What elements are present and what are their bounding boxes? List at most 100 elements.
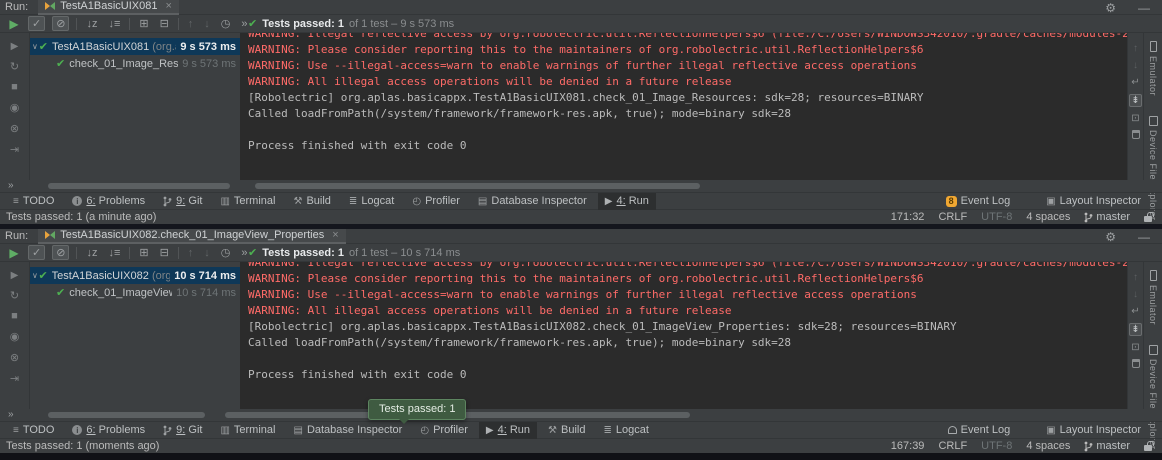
tool-button-database-inspector[interactable]: ▤Database Inspector — [471, 193, 594, 210]
chevron-down-icon[interactable]: ∨ — [32, 42, 39, 51]
layout-inspector-button[interactable]: ▣Layout Inspector — [1039, 193, 1148, 210]
collapse-all-button[interactable]: ⊟ — [158, 17, 171, 30]
tool-button-profiler[interactable]: ◴Profiler — [413, 422, 475, 439]
more-icon[interactable]: » — [8, 180, 14, 191]
caret-position[interactable]: 167:39 — [891, 440, 925, 452]
git-branch-widget[interactable]: master — [1084, 438, 1130, 455]
print-icon[interactable]: ⊡ — [1131, 113, 1139, 124]
tool-button-problems[interactable]: i6: Problems — [65, 193, 152, 210]
tool-button-profiler[interactable]: ◴Profiler — [405, 193, 467, 210]
scroll-to-end-icon[interactable]: ⇟ — [1129, 323, 1141, 336]
attach-debugger-icon[interactable]: ⊗ — [10, 351, 19, 364]
clear-console-icon[interactable] — [1132, 130, 1140, 139]
soft-wrap-icon[interactable]: ↵ — [1131, 77, 1139, 88]
minimize-icon[interactable]: — — [1138, 230, 1150, 244]
tool-button-logcat[interactable]: ≣Logcat — [596, 422, 655, 439]
layout-inspector-button[interactable]: ▣Layout Inspector — [1039, 422, 1148, 439]
emulator-tool-button[interactable]: Emulator — [1148, 41, 1158, 96]
stop-icon[interactable]: ■ — [11, 81, 18, 93]
tool-button-terminal[interactable]: ▥Terminal — [213, 193, 282, 210]
test-summary: ✔ Tests passed: 1 of 1 test – 10 s 714 m… — [248, 246, 460, 259]
toggle-auto-test-icon[interactable]: ↻ — [10, 60, 19, 73]
gear-icon[interactable]: ⚙ — [1105, 230, 1116, 244]
scroll-up-icon[interactable]: ↑ — [1133, 272, 1138, 283]
test-history-button[interactable]: ◷ — [219, 17, 233, 30]
test-tree-root-row[interactable]: ∨ ✔ TestA1BasicUIX081 (org.aplas.basica … — [30, 38, 240, 55]
run-tab-title: TestA1BasicUIX082.check_01_ImageView_Pro… — [60, 229, 324, 241]
lock-icon[interactable] — [1144, 216, 1152, 222]
event-log-button[interactable]: Event Log — [941, 422, 1018, 439]
tool-button-logcat[interactable]: ≣Logcat — [342, 193, 401, 210]
rerun-failed-tests-icon[interactable]: ▶ — [11, 41, 19, 52]
event-log-button[interactable]: 8Event Log — [939, 193, 1018, 210]
attach-debugger-icon[interactable]: ⊗ — [10, 122, 19, 135]
tool-button-database-inspector[interactable]: ▤Database Inspector — [286, 422, 409, 439]
tool-button-run[interactable]: ▶4: Run — [479, 422, 537, 439]
screenshot-icon[interactable]: ◉ — [10, 101, 20, 114]
rerun-tests-button[interactable]: ▶ — [0, 17, 28, 31]
rerun-failed-tests-icon[interactable]: ▶ — [11, 270, 19, 281]
scroll-down-icon[interactable]: ↓ — [1133, 289, 1138, 300]
tool-button-build[interactable]: ⚒Build — [286, 193, 337, 210]
tool-button-terminal[interactable]: ▥Terminal — [213, 422, 282, 439]
show-passed-toggle[interactable]: ✓ — [28, 245, 45, 260]
close-icon[interactable]: × — [332, 229, 338, 241]
screenshot-icon[interactable]: ◉ — [10, 330, 20, 343]
tree-scrollbar-thumb[interactable] — [48, 412, 205, 418]
previous-occurrence-button[interactable]: ↑ — [186, 247, 196, 259]
scroll-down-icon[interactable]: ↓ — [1133, 60, 1138, 71]
next-occurrence-button[interactable]: ↓ — [202, 247, 212, 259]
file-encoding[interactable]: UTF-8 — [981, 440, 1012, 452]
collapse-all-button[interactable]: ⊟ — [158, 246, 171, 259]
emulator-tool-button[interactable]: Emulator — [1148, 270, 1158, 325]
sort-alphabetically-button[interactable]: ↓z — [84, 247, 99, 259]
caret-position[interactable]: 171:32 — [891, 211, 925, 223]
sort-alphabetically-button[interactable]: ↓z — [84, 18, 99, 30]
tool-button-problems[interactable]: i6: Problems — [65, 422, 152, 439]
test-history-button[interactable]: ◷ — [219, 246, 233, 259]
expand-all-button[interactable]: ⊞ — [137, 246, 150, 259]
test-tree-child-row[interactable]: ✔ check_01_ImageView_Properties 10 s 714… — [30, 284, 240, 301]
show-ignored-toggle[interactable]: ⊘ — [52, 245, 69, 260]
scroll-up-icon[interactable]: ↑ — [1133, 43, 1138, 54]
rerun-tests-button[interactable]: ▶ — [0, 246, 28, 260]
console-scrollbar-thumb[interactable] — [255, 183, 700, 189]
tool-button-todo[interactable]: ≡TODO — [6, 422, 61, 439]
stop-icon[interactable]: ■ — [11, 310, 18, 322]
lock-icon[interactable] — [1144, 445, 1152, 451]
sort-by-duration-button[interactable]: ↓≡ — [106, 247, 122, 259]
minimize-icon[interactable]: — — [1138, 1, 1150, 15]
tool-button-run[interactable]: ▶4: Run — [598, 193, 656, 210]
clear-console-icon[interactable] — [1132, 359, 1140, 368]
line-separator[interactable]: CRLF — [938, 211, 967, 223]
expand-all-button[interactable]: ⊞ — [137, 17, 150, 30]
next-occurrence-button[interactable]: ↓ — [202, 18, 212, 30]
gear-icon[interactable]: ⚙ — [1105, 1, 1116, 15]
run-tab[interactable]: TestA1BasicUIX081 × — [38, 0, 179, 15]
more-icon[interactable]: » — [8, 409, 14, 420]
indent-setting[interactable]: 4 spaces — [1026, 211, 1070, 223]
indent-setting[interactable]: 4 spaces — [1026, 440, 1070, 452]
run-tab[interactable]: TestA1BasicUIX082.check_01_ImageView_Pro… — [38, 229, 345, 244]
file-encoding[interactable]: UTF-8 — [981, 211, 1012, 223]
scroll-to-end-icon[interactable]: ⇟ — [1129, 94, 1141, 107]
git-branch-widget[interactable]: master — [1084, 209, 1130, 226]
show-ignored-toggle[interactable]: ⊘ — [52, 16, 69, 31]
tree-scrollbar-thumb[interactable] — [48, 183, 230, 189]
print-icon[interactable]: ⊡ — [1131, 342, 1139, 353]
tool-button-git[interactable]: 9: Git — [156, 422, 209, 439]
sort-by-duration-button[interactable]: ↓≡ — [106, 18, 122, 30]
toggle-auto-test-icon[interactable]: ↻ — [10, 289, 19, 302]
show-passed-toggle[interactable]: ✓ — [28, 16, 45, 31]
tool-button-todo[interactable]: ≡TODO — [6, 193, 61, 210]
line-separator[interactable]: CRLF — [938, 440, 967, 452]
previous-occurrence-button[interactable]: ↑ — [186, 18, 196, 30]
test-tree-root-row[interactable]: ∨ ✔ TestA1BasicUIX082 (org.aplas.basica … — [30, 267, 240, 284]
test-tree-child-row[interactable]: ✔ check_01_Image_Resources 9 s 573 ms — [30, 55, 240, 72]
close-icon[interactable]: × — [165, 0, 171, 12]
soft-wrap-icon[interactable]: ↵ — [1131, 306, 1139, 317]
exit-icon[interactable]: ⇥ — [10, 372, 19, 385]
exit-icon[interactable]: ⇥ — [10, 143, 19, 156]
tool-button-build[interactable]: ⚒Build — [541, 422, 592, 439]
tool-button-git[interactable]: 9: Git — [156, 193, 209, 210]
